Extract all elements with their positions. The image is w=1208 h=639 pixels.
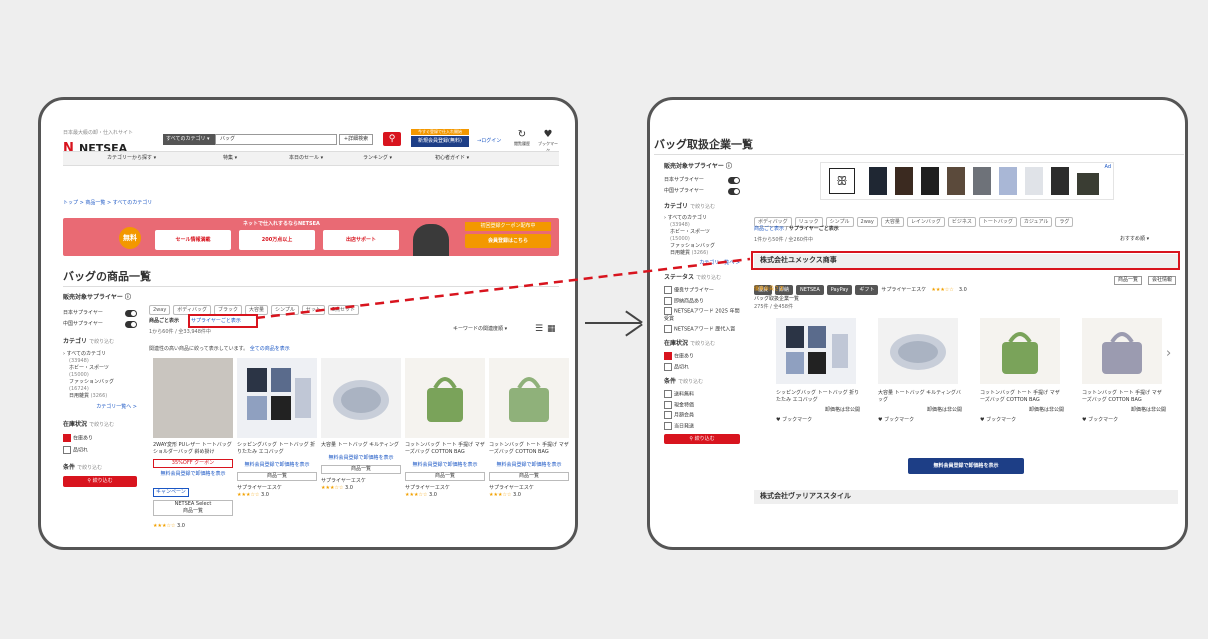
dashed-connector: [255, 257, 751, 320]
transition-arrow: [585, 322, 641, 324]
annotation-overlay: [255, 257, 751, 320]
